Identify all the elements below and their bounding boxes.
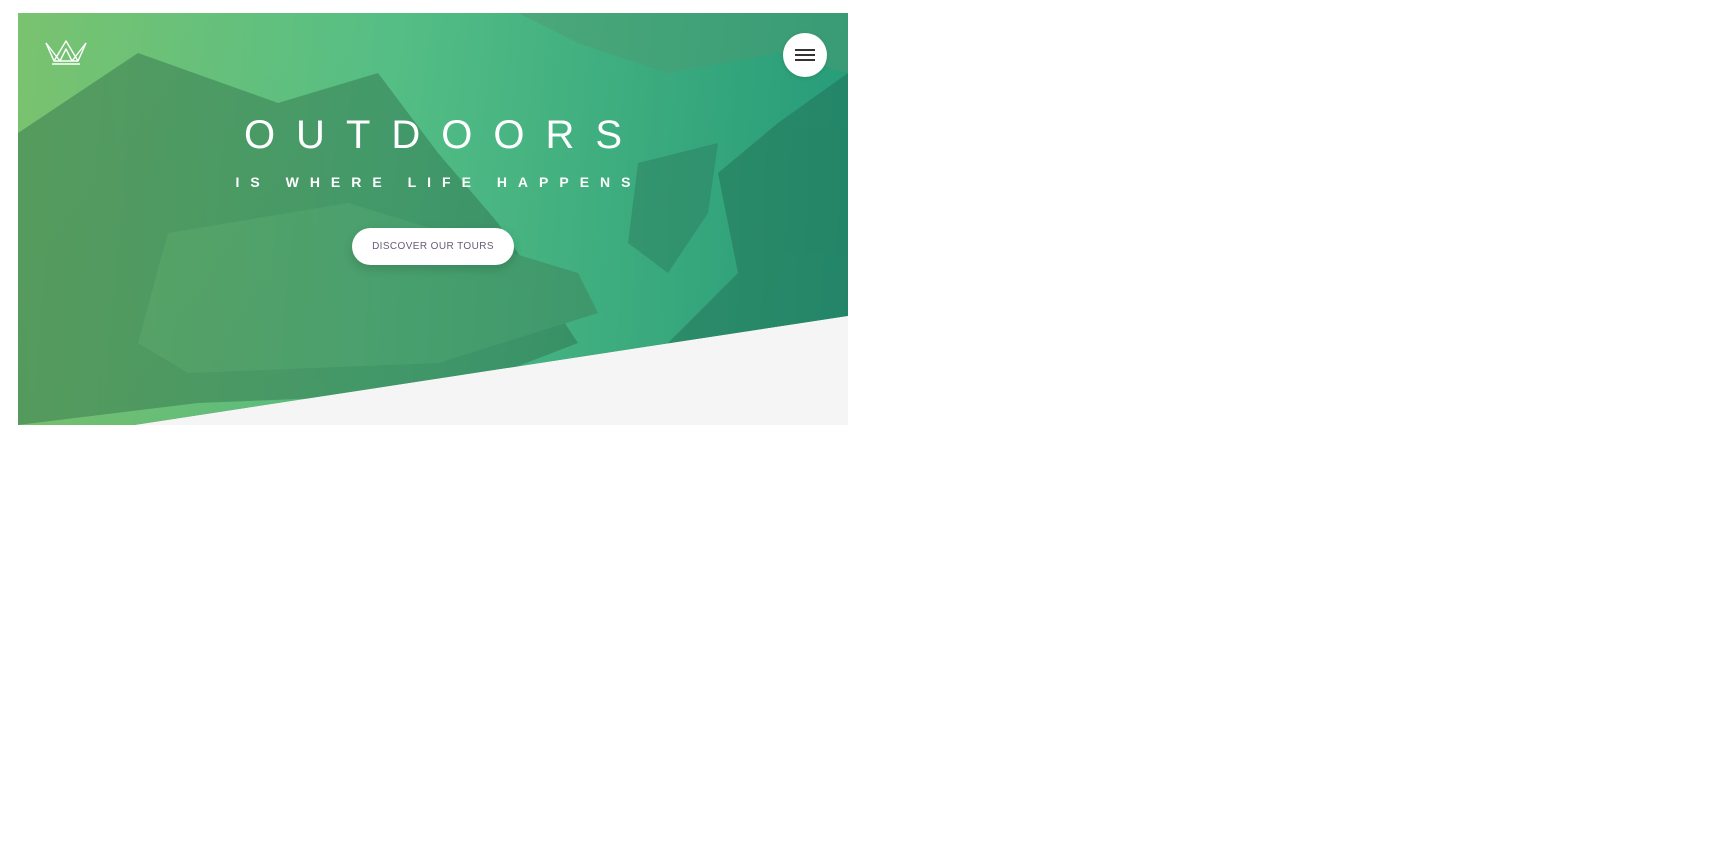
hero-title: OUTDOORS (243, 113, 644, 157)
mountain-fjord-scenery (18, 13, 848, 425)
menu-button[interactable] (783, 33, 827, 77)
crown-icon[interactable] (44, 37, 88, 67)
discover-tours-button[interactable]: DISCOVER OUR TOURS (352, 228, 514, 265)
hero-section: OUTDOORS IS WHERE LIFE HAPPENS DISCOVER … (18, 13, 848, 425)
hero-subtitle: IS WHERE LIFE HAPPENS (235, 174, 642, 190)
hamburger-menu-icon (795, 49, 815, 61)
hero-heading: OUTDOORS IS WHERE LIFE HAPPENS (18, 111, 848, 191)
hero-background-image (18, 13, 848, 425)
